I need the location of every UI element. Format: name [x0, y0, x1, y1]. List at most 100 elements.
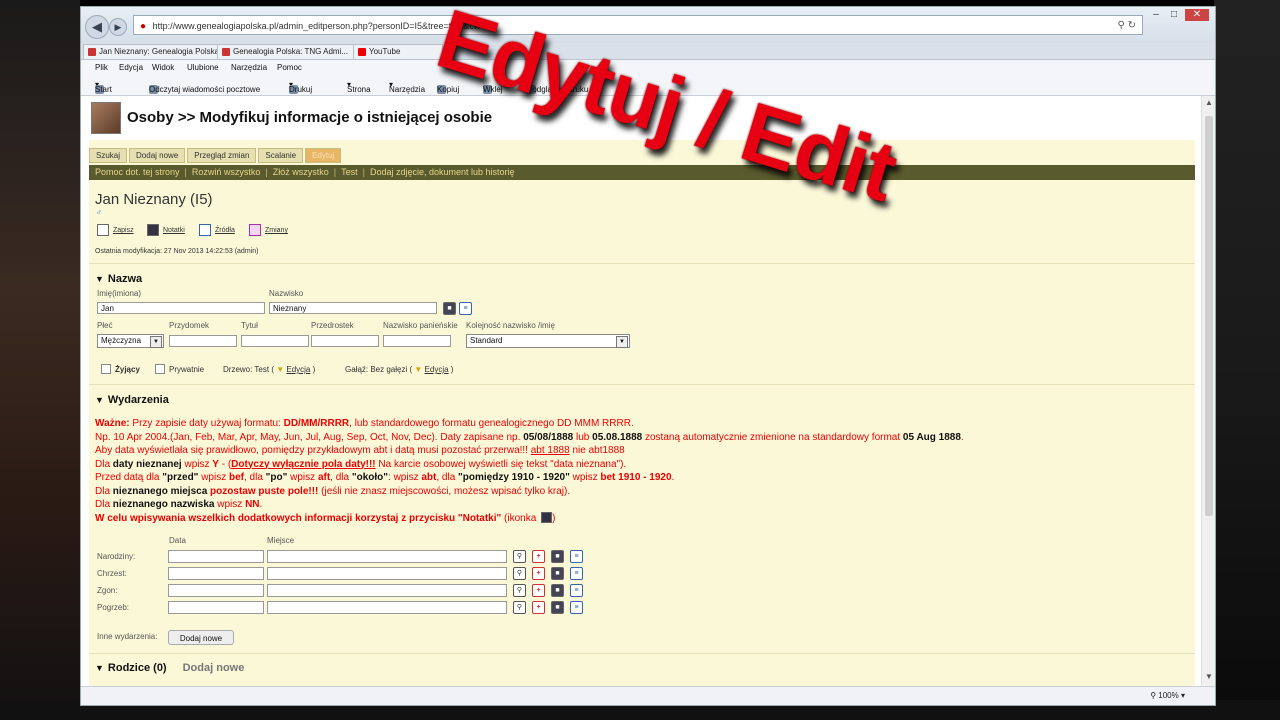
toolbar-start[interactable]: Start ▾	[95, 80, 112, 94]
instruction-text: Dotyczy wyłącznie pola daty!!!	[231, 458, 376, 470]
instruction-line: Dla daty nieznanej wpisz Y - (Dotyczy wy…	[95, 458, 1185, 472]
add-event-button[interactable]: Dodaj nowe	[168, 630, 234, 645]
event-sources-icon[interactable]: ≡	[570, 584, 583, 597]
address-bar[interactable]: ● http://www.genealogiapolska.pl/admin_e…	[133, 15, 1143, 35]
menu-ulubione[interactable]: Ulubione	[187, 63, 219, 72]
find-place-icon[interactable]: ⚲	[513, 584, 526, 597]
subnav-edytuj[interactable]: Edytuj	[305, 148, 342, 163]
add-detail-icon[interactable]: +	[532, 550, 545, 563]
event-date-input[interactable]	[168, 601, 264, 614]
action-add-media[interactable]: Dodaj zdjęcie, dokument lub historię	[370, 167, 515, 177]
menu-widok[interactable]: Widok	[152, 63, 174, 72]
scroll-up-icon[interactable]: ▲	[1204, 98, 1214, 107]
changes-link[interactable]: Zmiany	[249, 224, 288, 236]
name-order-select[interactable]: Standard ▼	[466, 334, 630, 348]
event-sources-icon[interactable]: ≡	[570, 567, 583, 580]
menu-bar: Plik Edycja Widok Ulubione Narzędzia Pom…	[81, 60, 1215, 75]
menu-plik[interactable]: Plik	[95, 63, 108, 72]
tree-edit-link[interactable]: Edycja	[286, 365, 310, 374]
sources-link[interactable]: Źródła	[199, 224, 235, 236]
action-test-tree[interactable]: Test	[341, 167, 358, 177]
divider	[89, 653, 1195, 654]
event-date-input[interactable]	[168, 567, 264, 580]
name-section-heading[interactable]: ▼ Nazwa	[95, 273, 142, 285]
scroll-down-icon[interactable]: ▼	[1204, 672, 1214, 681]
browser-tab-1[interactable]: Jan Nieznany: Genealogia Polska	[83, 44, 223, 59]
event-place-input[interactable]	[267, 601, 507, 614]
title-input[interactable]	[241, 335, 309, 347]
save-link[interactable]: Zapisz	[97, 224, 134, 236]
events-section-heading[interactable]: ▼ Wydarzenia	[95, 394, 169, 406]
event-sources-icon[interactable]: ≡	[570, 601, 583, 614]
expand-triangle-icon: ▼	[414, 365, 423, 374]
scrollbar-thumb[interactable]	[1205, 116, 1213, 516]
desktop-background-left	[0, 0, 80, 720]
page-scrollbar[interactable]: ▲ ▼	[1201, 96, 1215, 686]
branch-edit-link[interactable]: Edycja	[425, 365, 449, 374]
prefix-input[interactable]	[311, 335, 379, 347]
sex-select[interactable]: Mężczyzna ▼	[97, 334, 164, 348]
browser-tab-2[interactable]: Genealogia Polska: TNG Admi...	[217, 44, 359, 59]
event-place-input[interactable]	[267, 550, 507, 563]
address-search-icon[interactable]: ⚲ ↻	[1118, 16, 1136, 36]
instruction-text: .	[960, 431, 964, 443]
event-notes-icon[interactable]: ■	[551, 567, 564, 580]
date-column-label: Data	[169, 536, 186, 545]
toolbar-page[interactable]: Strona ▾	[347, 80, 371, 94]
event-date-input[interactable]	[168, 584, 264, 597]
menu-edycja[interactable]: Edycja	[119, 63, 143, 72]
menu-narzedzia[interactable]: Narzędzia	[231, 63, 267, 72]
instruction-text: .	[259, 499, 263, 510]
subnav-dodaj-nowe[interactable]: Dodaj nowe	[129, 148, 186, 163]
event-place-input[interactable]	[267, 584, 507, 597]
section-title: Nazwa	[107, 273, 143, 285]
action-collapse-all[interactable]: Złóż wszystko	[273, 167, 329, 177]
collapse-triangle-icon: ▼	[95, 395, 104, 405]
branch-info: Gałąź: Bez gałęzi ( ▼ Edycja )	[345, 365, 454, 374]
find-place-icon[interactable]: ⚲	[513, 567, 526, 580]
surname-sources-icon[interactable]: ≡	[459, 302, 472, 315]
instruction-text: 05/08/1888	[523, 431, 574, 443]
find-place-icon[interactable]: ⚲	[513, 601, 526, 614]
zoom-level[interactable]: ⚲ 100% ▾	[1150, 691, 1185, 700]
event-notes-icon[interactable]: ■	[551, 601, 564, 614]
given-name-input[interactable]: Jan	[97, 302, 265, 314]
maximize-icon[interactable]: □	[1165, 9, 1183, 21]
close-icon[interactable]: ✕	[1185, 9, 1209, 21]
add-detail-icon[interactable]: +	[532, 584, 545, 597]
private-checkbox[interactable]	[155, 364, 165, 374]
add-parents-link[interactable]: Dodaj nowe	[183, 662, 245, 674]
minimize-icon[interactable]: –	[1147, 9, 1165, 21]
nickname-label: Przydomek	[169, 321, 210, 330]
subnav-szukaj[interactable]: Szukaj	[89, 148, 128, 163]
forward-button[interactable]: ▶	[109, 18, 127, 36]
action-expand-all[interactable]: Rozwiń wszystko	[192, 167, 261, 177]
event-notes-icon[interactable]: ■	[551, 584, 564, 597]
add-detail-icon[interactable]: +	[532, 601, 545, 614]
event-sources-icon[interactable]: ≡	[570, 550, 583, 563]
browser-tab-strip: Jan Nieznany: Genealogia Polska Genealog…	[81, 43, 1215, 60]
menu-pomoc[interactable]: Pomoc	[277, 63, 302, 72]
toolbar-label: Start	[95, 85, 112, 94]
surname-notes-icon[interactable]: ■	[443, 302, 456, 315]
subnav-przeglad-zmian[interactable]: Przegląd zmian	[187, 148, 257, 163]
find-place-icon[interactable]: ⚲	[513, 550, 526, 563]
instruction-text: Ważne:	[95, 418, 130, 429]
parents-section-heading[interactable]: ▼ Rodzice (0) Dodaj nowe	[95, 662, 244, 674]
notes-link[interactable]: Notatki	[147, 224, 185, 236]
action-help[interactable]: Pomoc dot. tej strony	[95, 167, 180, 177]
back-button[interactable]: ◀	[85, 15, 109, 39]
toolbar-print[interactable]: Drukuj ▾	[289, 80, 312, 94]
toolbar-tools[interactable]: Narzędzia ▾	[389, 80, 425, 94]
event-date-input[interactable]	[168, 550, 264, 563]
add-detail-icon[interactable]: +	[532, 567, 545, 580]
surname-input[interactable]: Nieznany	[269, 302, 437, 314]
separator: |	[184, 167, 187, 177]
nickname-input[interactable]	[169, 335, 237, 347]
subnav-scalanie[interactable]: Scalanie	[258, 148, 304, 163]
browser-tab-3[interactable]: YouTube	[353, 44, 443, 59]
living-checkbox[interactable]	[101, 364, 111, 374]
maiden-name-input[interactable]	[383, 335, 451, 347]
event-place-input[interactable]	[267, 567, 507, 580]
event-notes-icon[interactable]: ■	[551, 550, 564, 563]
